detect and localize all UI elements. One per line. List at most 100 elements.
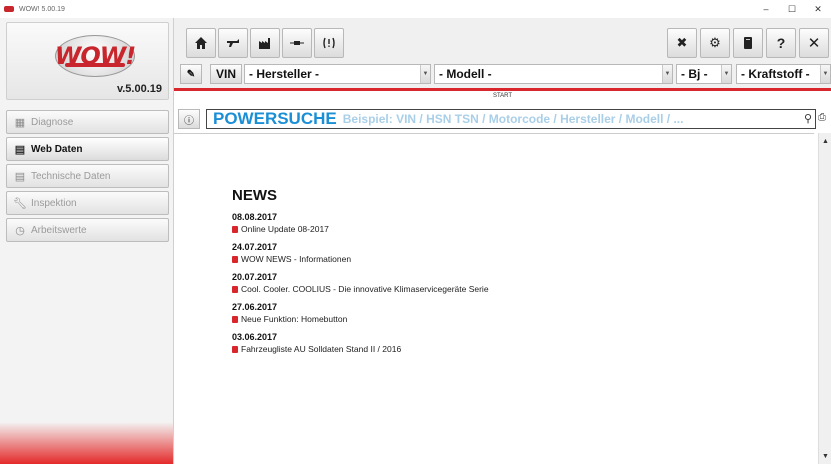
title-bar: WOW! 5.00.19 – ☐ ✕ <box>0 0 831 18</box>
sidebar-item-label: Diagnose <box>31 116 74 128</box>
sidebar-item-diagnose[interactable]: ▦ Diagnose <box>6 110 169 134</box>
logo-box: WOW! v.5.00.19 <box>6 22 169 100</box>
warning-button[interactable] <box>314 28 344 58</box>
chevron-down-icon: ▼ <box>420 65 430 83</box>
news-link-text: Cool. Cooler. COOLIUS - Die innovative K… <box>241 284 489 294</box>
news-link-text: Online Update 08-2017 <box>241 224 329 234</box>
vertical-scrollbar[interactable]: ▲ ▼ <box>818 133 831 464</box>
sidebar-item-technische-daten[interactable]: ▤ Technische Daten <box>6 164 169 188</box>
info-button[interactable]: ⓘ <box>178 109 200 129</box>
pdf-icon <box>232 255 238 263</box>
book-button[interactable] <box>733 28 763 58</box>
news-link[interactable]: WOW NEWS - Informationen <box>232 254 489 264</box>
gun-icon <box>227 39 239 47</box>
home-icon <box>195 37 207 49</box>
sidebar-item-label: Arbeitswerte <box>31 224 87 236</box>
maximize-button[interactable]: ☐ <box>779 4 805 15</box>
start-label: START <box>492 93 513 99</box>
pdf-icon <box>232 315 238 323</box>
chevron-down-icon: ▼ <box>721 65 731 83</box>
news-date: 08.08.2017 <box>232 212 278 222</box>
exit-icon: ✕ <box>807 35 821 52</box>
version-label: v.5.00.19 <box>116 83 162 95</box>
news-item: 27.06.2017 Neue Funktion: Homebutton <box>232 302 489 324</box>
gun-button[interactable] <box>218 28 248 58</box>
web-icon: ▤ <box>14 143 26 156</box>
pdf-icon <box>232 285 238 293</box>
tools-button[interactable]: ✖ <box>667 28 697 58</box>
chevron-down-icon: ▼ <box>662 65 672 83</box>
news-title: NEWS <box>232 187 277 204</box>
pdf-icon <box>232 225 238 233</box>
search-icon[interactable]: ⚲ <box>804 112 812 125</box>
chevron-down-icon: ▼ <box>820 65 830 83</box>
app-icon <box>4 6 14 12</box>
sidebar-item-web-daten[interactable]: ▤ Web Daten <box>6 137 169 161</box>
powersearch-input[interactable]: POWERSUCHE Beispiel: VIN / HSN TSN / Mot… <box>206 109 816 129</box>
main-content: START ⓘ POWERSUCHE Beispiel: VIN / HSN T… <box>174 91 831 464</box>
news-date: 24.07.2017 <box>232 242 278 252</box>
sidebar-item-arbeitswerte[interactable]: ◷ Arbeitswerte <box>6 218 169 242</box>
bj-value: - Bj - <box>681 67 708 81</box>
logo-stripe <box>65 63 125 67</box>
logo: WOW! <box>55 35 136 77</box>
scroll-down-icon[interactable]: ▼ <box>819 450 831 462</box>
sidebar-item-inspektion[interactable]: 🔧︎ Inspektion <box>6 191 169 215</box>
exit-button[interactable]: ✕ <box>799 28 829 58</box>
gear-icon: ⚙ <box>709 35 721 50</box>
news-item: 20.07.2017 Cool. Cooler. COOLIUS - Die i… <box>232 272 489 294</box>
vin-label: VIN <box>215 67 236 81</box>
news-date: 20.07.2017 <box>232 272 278 282</box>
sidebar-item-label: Inspektion <box>31 197 77 209</box>
news-link-text: WOW NEWS - Informationen <box>241 254 352 264</box>
kraftstoff-select[interactable]: - Kraftstoff - ▼ <box>736 64 831 84</box>
clock-icon: ◷ <box>15 224 25 237</box>
wrench-icon: 🔧︎ <box>13 197 27 210</box>
header-divider <box>174 133 814 134</box>
help-icon: ? <box>776 35 786 51</box>
factory-icon <box>259 38 270 49</box>
news-link[interactable]: Cool. Cooler. COOLIUS - Die innovative K… <box>232 284 489 294</box>
home-button[interactable] <box>186 28 216 58</box>
tools-icon: ✖ <box>676 35 688 50</box>
minimize-button[interactable]: – <box>753 4 779 15</box>
search-placeholder: Beispiel: VIN / HSN TSN / Motorcode / He… <box>342 112 684 126</box>
hersteller-select[interactable]: - Hersteller - ▼ <box>244 64 431 84</box>
sidebar-item-label: Web Daten <box>31 143 83 155</box>
news-link[interactable]: Online Update 08-2017 <box>232 224 489 234</box>
factory-button[interactable] <box>250 28 280 58</box>
sidebar: WOW! v.5.00.19 ▦ Diagnose ▤ Web Daten ▤ … <box>0 18 174 464</box>
connector-icon <box>290 41 304 45</box>
news-link-text: Neue Funktion: Homebutton <box>241 314 348 324</box>
vin-button[interactable]: VIN <box>210 64 242 84</box>
modell-select[interactable]: - Modell - ▼ <box>434 64 673 84</box>
bj-select[interactable]: - Bj - ▼ <box>676 64 732 84</box>
scroll-up-icon[interactable]: ▲ <box>819 135 831 147</box>
sidebar-nav: ▦ Diagnose ▤ Web Daten ▤ Technische Date… <box>6 110 169 245</box>
news-link-text: Fahrzeugliste AU Solldaten Stand II / 20… <box>241 344 402 354</box>
brush-button[interactable]: ✎ <box>180 64 202 84</box>
sidebar-glow <box>0 422 173 464</box>
print-icon[interactable]: ⎙ <box>818 112 826 123</box>
connector-button[interactable] <box>282 28 312 58</box>
news-date: 27.06.2017 <box>232 302 278 312</box>
window-title: WOW! 5.00.19 <box>19 5 65 13</box>
book-icon <box>744 37 752 49</box>
news-date: 03.06.2017 <box>232 332 278 342</box>
window-controls: – ☐ ✕ <box>753 4 831 15</box>
news-item: 24.07.2017 WOW NEWS - Informationen <box>232 242 489 264</box>
help-button[interactable]: ? <box>766 28 796 58</box>
news-section: NEWS 08.08.2017 Online Update 08-2017 24… <box>232 187 489 362</box>
info-icon: ⓘ <box>184 115 194 127</box>
close-window-button[interactable]: ✕ <box>805 4 831 15</box>
news-item: 03.06.2017 Fahrzeugliste AU Solldaten St… <box>232 332 489 354</box>
news-link[interactable]: Fahrzeugliste AU Solldaten Stand II / 20… <box>232 344 489 354</box>
kraftstoff-value: - Kraftstoff - <box>741 67 810 81</box>
pdf-icon <box>232 345 238 353</box>
toolbar: ✖ ⚙ ? ✕ ✎ VIN - Hersteller - ▼ - Modell … <box>174 18 831 88</box>
gear-button[interactable]: ⚙ <box>700 28 730 58</box>
modell-value: - Modell - <box>439 67 492 81</box>
diagnose-icon: ▦ <box>14 116 26 129</box>
news-link[interactable]: Neue Funktion: Homebutton <box>232 314 489 324</box>
search-title: POWERSUCHE <box>213 109 337 128</box>
